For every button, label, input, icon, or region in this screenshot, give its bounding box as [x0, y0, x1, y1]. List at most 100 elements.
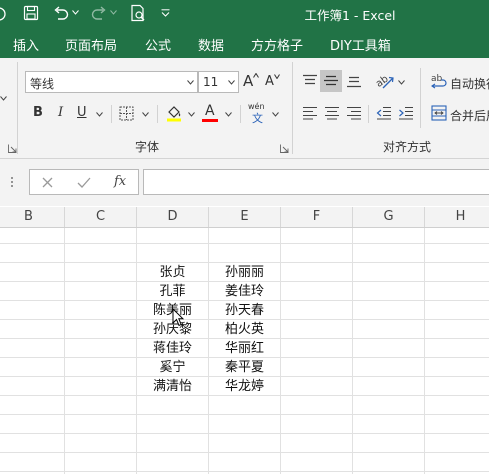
cell-e6[interactable]: 孙天春 [209, 301, 280, 320]
cell-d10[interactable]: 满清怡 [137, 377, 208, 396]
wrap-text-label[interactable]: 自动换行 [450, 75, 489, 92]
chevron-down-icon[interactable] [96, 112, 103, 117]
font-size-combo[interactable]: 11 [198, 71, 239, 93]
redo-dropdown-icon[interactable] [110, 10, 117, 15]
group-divider [292, 62, 293, 154]
align-right-icon[interactable] [346, 106, 362, 120]
cell-d8[interactable]: 蒋佳玲 [137, 339, 208, 358]
font-name-combo[interactable]: 等线 [25, 71, 198, 93]
gridline [280, 228, 281, 474]
chevron-down-icon[interactable] [0, 96, 7, 101]
bold-button[interactable]: B [33, 105, 43, 120]
redo-icon[interactable] [90, 5, 108, 21]
column-header-c[interactable]: C [65, 207, 137, 227]
formula-bar-area: fx [0, 159, 489, 206]
print-preview-icon[interactable] [129, 4, 147, 22]
align-middle-icon [324, 75, 338, 86]
align-left-icon[interactable] [302, 106, 318, 120]
chevron-down-icon[interactable] [225, 112, 232, 117]
enter-check-icon[interactable] [77, 177, 91, 188]
column-header-e[interactable]: E [209, 207, 281, 227]
column-header-g[interactable]: G [353, 207, 425, 227]
divider [240, 105, 241, 123]
fill-color-icon[interactable] [165, 104, 183, 122]
gridline [0, 433, 489, 434]
decrease-font-size-button[interactable]: A [265, 74, 283, 92]
gridline [0, 452, 489, 453]
tab-fangfanggezi[interactable]: 方方格子 [251, 35, 303, 54]
align-center-icon[interactable] [324, 106, 340, 120]
ribbon-tab-bar: 插入 页面布局 公式 数据 方方格子 DIY工具箱 [0, 28, 489, 58]
chevron-down-icon[interactable] [142, 112, 149, 117]
gridline [0, 471, 489, 472]
tab-data[interactable]: 数据 [198, 35, 224, 54]
column-headers: B C D E F G H [0, 207, 489, 228]
cell-d5[interactable]: 孔菲 [137, 282, 208, 301]
divider [368, 105, 369, 123]
gridline [424, 228, 425, 474]
cell-d9[interactable]: 奚宁 [137, 358, 208, 377]
caret-up-icon [253, 73, 259, 78]
tab-formulas[interactable]: 公式 [145, 35, 171, 54]
group-divider [17, 62, 18, 154]
customize-qat-icon[interactable] [161, 9, 170, 17]
tab-insert[interactable]: 插入 [13, 35, 39, 54]
italic-button[interactable]: I [58, 105, 63, 120]
cell-e9[interactable]: 秦平夏 [209, 358, 280, 377]
increase-indent-icon[interactable] [398, 106, 414, 120]
font-name-value: 等线 [30, 77, 55, 91]
underline-button[interactable]: U [77, 105, 87, 120]
dialog-launcher-icon[interactable] [8, 144, 17, 153]
cell-e8[interactable]: 华丽红 [209, 339, 280, 358]
undo-dropdown-icon[interactable] [72, 10, 79, 15]
cancel-icon[interactable] [42, 177, 53, 188]
save-icon[interactable] [23, 5, 39, 21]
align-bottom-icon[interactable] [346, 74, 362, 88]
decrease-indent-icon[interactable] [376, 106, 392, 120]
increase-font-size-button[interactable]: A [243, 72, 261, 92]
chevron-down-icon[interactable] [272, 112, 279, 117]
merge-center-icon[interactable] [431, 105, 447, 121]
align-top-icon[interactable] [302, 74, 318, 88]
wrap-text-icon[interactable]: ab [431, 72, 449, 90]
orientation-icon[interactable]: ab [375, 72, 395, 90]
phonetic-guide-button[interactable]: wén 文 [248, 102, 268, 126]
cell-d4[interactable]: 张贞 [137, 263, 208, 282]
divider [111, 105, 112, 123]
font-color-swatch [202, 119, 218, 122]
alignment-group-label: 对齐方式 [383, 140, 432, 154]
title-bar: 工作簿1 - Excel [0, 0, 489, 28]
chevron-down-icon[interactable] [228, 80, 235, 85]
gridline [0, 414, 489, 415]
insert-function-button[interactable]: fx [114, 174, 126, 189]
chevron-down-icon[interactable] [398, 80, 405, 85]
cell-e4[interactable]: 孙丽丽 [209, 263, 280, 282]
drag-handle-icon[interactable] [10, 175, 14, 189]
gridline [0, 243, 489, 244]
worksheet-grid[interactable]: 张贞 孔菲 陈美丽 孙庆黎 蒋佳玲 奚宁 满清怡 孙丽丽 姜佳玲 孙天春 柏火英… [0, 228, 489, 474]
ribbon: 等线 11 A A B I U A wén 文 字体 ab ab 自动换 合并后… [0, 58, 489, 159]
divider [420, 68, 421, 128]
autosave-toggle-icon[interactable] [0, 6, 8, 22]
tab-page-layout[interactable]: 页面布局 [65, 35, 117, 54]
column-header-b[interactable]: B [0, 207, 65, 227]
borders-icon[interactable] [119, 106, 134, 121]
formula-controls: fx [29, 169, 139, 195]
chevron-down-icon[interactable] [188, 112, 195, 117]
cell-e10[interactable]: 华龙婷 [209, 377, 280, 396]
column-header-h[interactable]: H [425, 207, 489, 227]
cell-e7[interactable]: 柏火英 [209, 320, 280, 339]
undo-icon[interactable] [52, 5, 70, 21]
font-color-button[interactable]: A [202, 102, 218, 124]
svg-text:ab: ab [431, 74, 443, 84]
formula-input[interactable] [143, 169, 489, 195]
merge-center-label[interactable]: 合并后居 [450, 107, 489, 124]
align-middle-button[interactable] [320, 70, 342, 92]
tab-diy-toolbox[interactable]: DIY工具箱 [330, 35, 391, 54]
column-header-f[interactable]: F [281, 207, 353, 227]
cell-e5[interactable]: 姜佳玲 [209, 282, 280, 301]
chevron-down-icon[interactable] [187, 80, 194, 85]
font-group-label: 字体 [135, 140, 160, 154]
column-header-d[interactable]: D [137, 207, 209, 227]
dialog-launcher-icon[interactable] [280, 144, 289, 153]
